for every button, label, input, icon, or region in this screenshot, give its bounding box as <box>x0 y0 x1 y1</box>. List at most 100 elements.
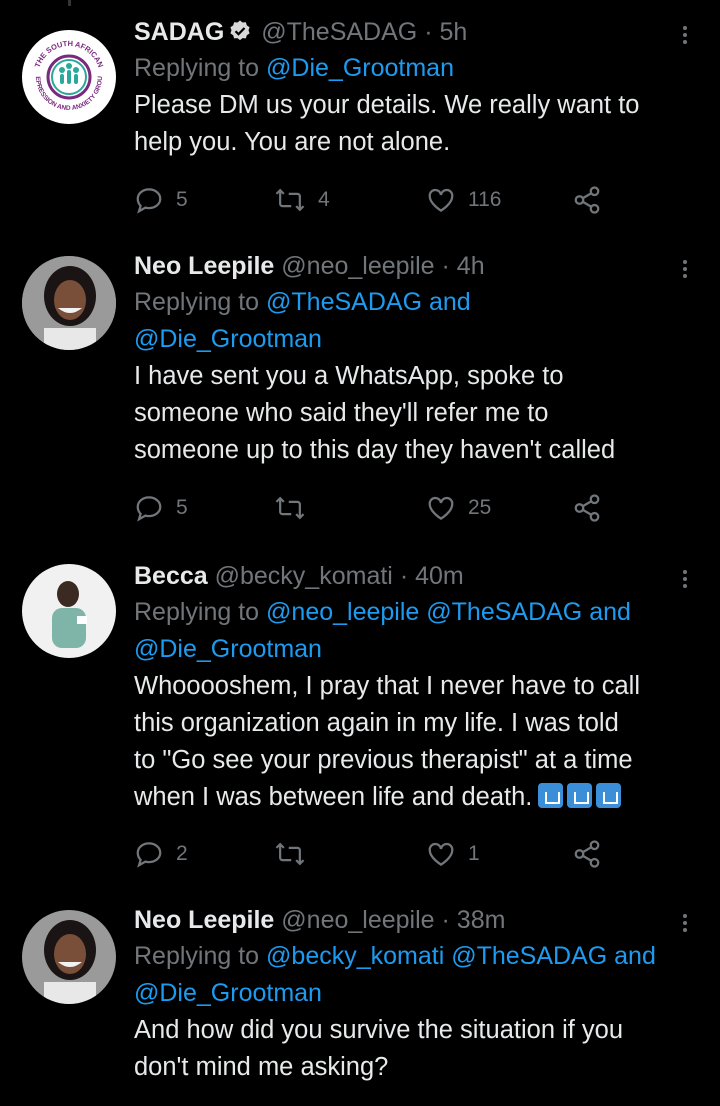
avatar[interactable] <box>22 910 116 1004</box>
replying-and: and <box>589 598 631 626</box>
tweet-text: And how did you survive the situation if… <box>134 1012 704 1086</box>
tweet-text-line: this organization again in my life. I wa… <box>134 709 619 737</box>
heart-icon <box>428 842 454 866</box>
tweet-header: Becca @becky_komati · 40m <box>134 558 704 594</box>
reply-icon <box>136 496 162 522</box>
like-button[interactable]: 25 <box>426 490 491 526</box>
reply-icon <box>136 842 162 868</box>
retweet-button[interactable] <box>274 490 318 526</box>
heart-icon <box>428 188 454 212</box>
profile-photo <box>22 256 116 350</box>
user-handle[interactable]: @TheSADAG <box>261 18 417 46</box>
tweet-actions: 5 25 <box>134 490 614 526</box>
tweet-text-line: someone up to this day they haven't call… <box>134 436 616 464</box>
like-count: 1 <box>468 842 480 865</box>
tweet-text-line: when I was between life and death. <box>134 779 704 816</box>
mention-link[interactable]: @TheSADAG <box>266 288 422 316</box>
share-icon <box>574 840 600 868</box>
thread-connector-line <box>68 0 71 6</box>
replying-to: Replying to @Die_Grootman <box>134 50 704 87</box>
like-button[interactable]: 1 <box>426 836 480 872</box>
tweet-header: SADAG @TheSADAG · 5h <box>134 14 704 50</box>
timestamp[interactable]: 38m <box>457 906 506 934</box>
replying-and: and <box>614 942 656 970</box>
trash-disposal-emoji-icon <box>596 783 622 808</box>
separator-dot: · <box>399 562 409 590</box>
retweet-button[interactable]: 4 <box>274 182 330 218</box>
avatar[interactable] <box>22 256 116 350</box>
replying-to: Replying to @neo_leepile @TheSADAG and @… <box>134 594 704 668</box>
tweet-text-line: to "Go see your previous therapist" at a… <box>134 746 633 774</box>
replying-prefix: Replying to <box>134 54 260 82</box>
tweet-text-line: I have sent you a WhatsApp, spoke to <box>134 362 564 390</box>
tweet-header: Neo Leepile @neo_leepile · 38m <box>134 902 704 938</box>
reply-count: 5 <box>176 188 188 211</box>
tweet-text: Whooooshem, I pray that I never have to … <box>134 668 704 816</box>
reply-icon <box>136 188 162 214</box>
sadag-logo-icon: THE SOUTH AFRICAN DEPRESSION AND ANXIETY… <box>22 30 115 123</box>
more-options-icon[interactable] <box>670 564 700 594</box>
profile-photo <box>22 910 116 1004</box>
tweet-header: Neo Leepile @neo_leepile · 4h <box>134 248 704 284</box>
trash-disposal-emoji-icon <box>567 783 593 808</box>
more-options-icon[interactable] <box>670 20 700 50</box>
like-button[interactable]: 116 <box>426 182 501 218</box>
display-name[interactable]: SADAG <box>134 18 224 46</box>
retweet-icon <box>275 188 305 212</box>
display-name[interactable]: Neo Leepile <box>134 252 274 280</box>
share-button[interactable] <box>572 490 602 526</box>
tweet-text-line: Please DM us your details. We really wan… <box>134 91 640 119</box>
separator-dot: · <box>424 18 433 46</box>
mention-link[interactable]: @TheSADAG <box>426 598 582 626</box>
user-handle[interactable]: @neo_leepile <box>281 252 434 280</box>
avatar[interactable]: THE SOUTH AFRICAN DEPRESSION AND ANXIETY… <box>22 30 116 124</box>
replying-to: Replying to @TheSADAG and @Die_Grootman <box>134 284 704 358</box>
tweet-actions: 5 4 116 <box>134 182 614 218</box>
more-options-icon[interactable] <box>670 254 700 284</box>
mention-link[interactable]: @Die_Grootman <box>134 635 322 663</box>
reply-button[interactable]: 5 <box>134 490 188 526</box>
retweet-icon <box>275 842 305 866</box>
avatar[interactable] <box>22 564 116 658</box>
display-name[interactable]: Becca <box>134 562 208 590</box>
mention-link[interactable]: @becky_komati <box>266 942 444 970</box>
heart-icon <box>428 496 454 520</box>
retweet-button[interactable] <box>274 836 318 872</box>
mention-link[interactable]: @neo_leepile <box>266 598 419 626</box>
more-options-icon[interactable] <box>670 908 700 938</box>
like-count: 116 <box>468 188 502 211</box>
reply-count: 2 <box>176 842 188 865</box>
timestamp[interactable]: 4h <box>457 252 485 280</box>
tweet-text-line: help you. You are not alone. <box>134 128 451 156</box>
verified-badge-icon <box>228 17 252 53</box>
share-icon <box>574 494 600 522</box>
like-count: 25 <box>468 496 492 519</box>
replying-prefix: Replying to <box>134 288 260 316</box>
trash-disposal-emoji-icon <box>538 783 564 808</box>
replying-to: Replying to @becky_komati @TheSADAG and … <box>134 938 704 1012</box>
timestamp[interactable]: 5h <box>439 18 467 46</box>
tweet-text-line: don't mind me asking? <box>134 1053 389 1081</box>
retweet-count: 4 <box>318 188 330 211</box>
mention-link[interactable]: @Die_Grootman <box>134 979 322 1007</box>
tweet-text-line: Whooooshem, I pray that I never have to … <box>134 672 641 700</box>
tweet-text-line: someone who said they'll refer me to <box>134 399 549 427</box>
retweet-icon <box>275 496 305 520</box>
share-button[interactable] <box>572 182 602 218</box>
tweet-text-line-content: when I was between life and death. <box>134 783 533 811</box>
separator-dot: · <box>441 906 450 934</box>
tweet-text: I have sent you a WhatsApp, spoke to som… <box>134 358 704 469</box>
share-button[interactable] <box>572 836 602 872</box>
mention-link[interactable]: @Die_Grootman <box>134 325 322 353</box>
display-name[interactable]: Neo Leepile <box>134 906 274 934</box>
tweet-actions: 2 1 <box>134 836 614 872</box>
mention-link[interactable]: @TheSADAG <box>451 942 607 970</box>
user-handle[interactable]: @becky_komati <box>215 562 393 590</box>
reply-button[interactable]: 5 <box>134 182 188 218</box>
replying-prefix: Replying to <box>134 942 260 970</box>
mention-link[interactable]: @Die_Grootman <box>266 54 454 82</box>
timestamp[interactable]: 40m <box>415 562 464 590</box>
user-handle[interactable]: @neo_leepile <box>281 906 434 934</box>
replying-prefix: Replying to <box>134 598 260 626</box>
reply-button[interactable]: 2 <box>134 836 188 872</box>
